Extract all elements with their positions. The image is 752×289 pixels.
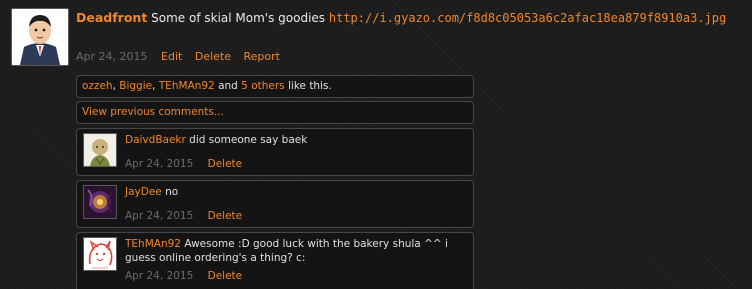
delete-button[interactable]: Delete — [195, 50, 231, 63]
comment-body: DaivdBaekr did someone say baek — [125, 133, 467, 147]
avatar-image — [84, 134, 116, 166]
comment-avatar[interactable] — [83, 133, 117, 167]
likes-separator: , — [152, 80, 159, 92]
likes-suffix: like this. — [284, 80, 332, 92]
comment-author-link[interactable]: TEhMAn92 — [125, 238, 181, 250]
likes-summary: ozzeh, Biggie, TEhMAn92 and 5 others lik… — [76, 75, 474, 98]
post-text: Some of skial Mom's goodies — [151, 11, 326, 25]
like-user-link[interactable]: TEhMAn92 — [159, 80, 215, 92]
comment-author-link[interactable]: DaivdBaekr — [125, 134, 186, 146]
comment-avatar[interactable] — [83, 185, 117, 219]
comment-date: Apr 24, 2015 — [125, 270, 194, 282]
comment-item: JayDee no Apr 24, 2015 Delete — [76, 180, 474, 228]
comment-text: did someone say baek — [189, 134, 308, 146]
comment-delete-button[interactable]: Delete — [208, 158, 243, 170]
post-headline: Deadfront Some of skial Mom's goodies ht… — [76, 9, 746, 27]
comment-meta: Apr 24, 2015 Delete — [125, 209, 242, 223]
comment-text: no — [165, 186, 179, 198]
avatar-image — [84, 186, 116, 218]
avatar-image — [12, 9, 68, 65]
comment-delete-button[interactable]: Delete — [208, 270, 243, 282]
edit-button[interactable]: Edit — [161, 50, 182, 63]
comment-meta: Apr 24, 2015 Delete — [125, 157, 242, 171]
comment-item: DaivdBaekr did someone say baek Apr 24, … — [76, 128, 474, 176]
comment-body: JayDee no — [125, 185, 467, 199]
comment-item: TEhMAn92 Awesome :D good luck with the b… — [76, 232, 474, 289]
post-url-link[interactable]: http://i.gyazo.com/f8d8c05053a6c2afac18e… — [329, 11, 726, 25]
comment-date: Apr 24, 2015 — [125, 210, 194, 222]
comment-date: Apr 24, 2015 — [125, 158, 194, 170]
view-previous-comments-link[interactable]: View previous comments... — [82, 106, 224, 118]
comment-avatar[interactable] — [83, 237, 117, 271]
view-previous-comments[interactable]: View previous comments... — [76, 101, 474, 124]
post-meta: Apr 24, 2015 Edit Delete Report — [76, 50, 289, 64]
comment-body: TEhMAn92 Awesome :D good luck with the b… — [125, 237, 467, 265]
comment-author-link[interactable]: JayDee — [125, 186, 162, 198]
comment-delete-button[interactable]: Delete — [208, 210, 243, 222]
report-button[interactable]: Report — [243, 50, 279, 63]
comment-meta: Apr 24, 2015 Delete — [125, 269, 242, 283]
post-author-avatar[interactable] — [11, 8, 69, 66]
avatar-image — [84, 238, 116, 270]
likes-and: and — [214, 80, 242, 92]
likes-others-link[interactable]: 5 others — [241, 80, 284, 92]
post-author-link[interactable]: Deadfront — [76, 10, 147, 25]
like-user-link[interactable]: Biggie — [119, 80, 152, 92]
post-date: Apr 24, 2015 — [76, 50, 148, 63]
post-content: Deadfront Some of skial Mom's goodies ht… — [76, 9, 746, 27]
like-user-link[interactable]: ozzeh — [82, 80, 113, 92]
